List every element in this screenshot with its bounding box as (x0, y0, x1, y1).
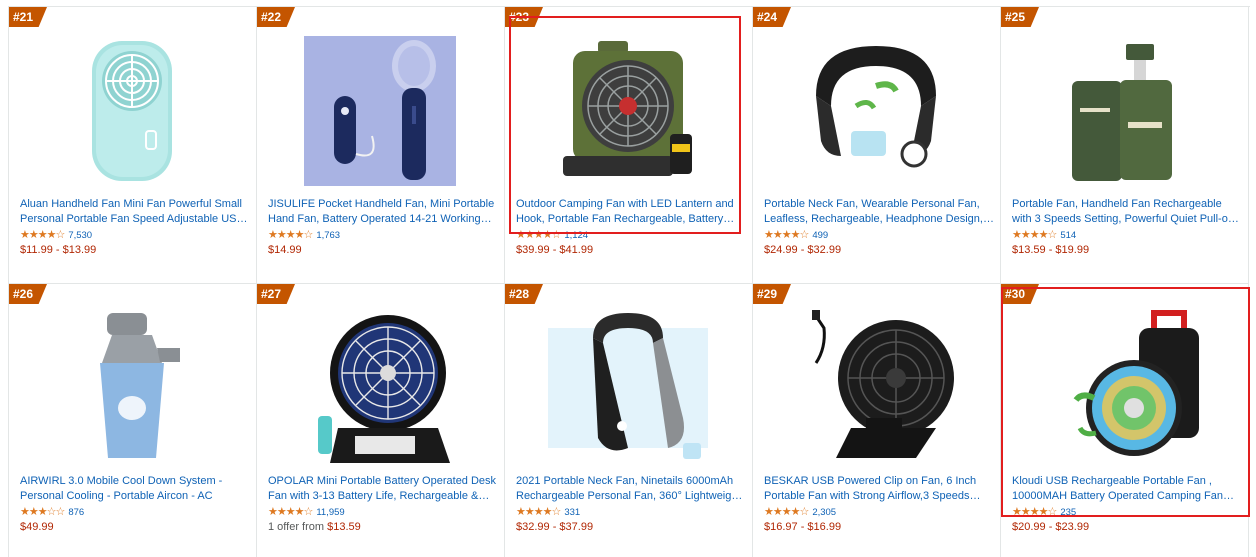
rating[interactable]: ★★★☆☆ 876 (20, 506, 84, 519)
star-rating: ★★★★☆ (1012, 506, 1057, 518)
product-title[interactable]: 2021 Portable Neck Fan, Ninetails 6000mA… (516, 474, 746, 504)
star-rating: ★★★★☆ (268, 229, 313, 241)
rank-badge: #28 (505, 284, 543, 304)
star-rating: ★★★★☆ (764, 229, 809, 241)
price: $11.99 - $13.99 (20, 244, 97, 256)
product-card[interactable]: #22 JISULIFE Pocket Handheld Fan, Mini P… (257, 7, 505, 284)
price: $39.99 - $41.99 (516, 244, 594, 256)
rank-badge: #22 (257, 7, 295, 27)
navy-pocket-fan-icon (304, 36, 456, 186)
product-image[interactable] (1001, 306, 1247, 470)
price: $20.99 - $23.99 (1012, 521, 1090, 533)
product-card[interactable]: #27 OPOLAR Mini Portable Battery Operate… (257, 284, 505, 557)
rating[interactable]: ★★★★☆ 11,959 (268, 506, 345, 519)
price: $32.99 - $37.99 (516, 521, 594, 533)
product-image[interactable] (1001, 29, 1247, 193)
rank-badge: #29 (753, 284, 791, 304)
review-count[interactable]: 7,530 (68, 229, 92, 242)
offer-price: $13.59 (327, 521, 361, 533)
star-rating: ★★★★☆ (268, 506, 313, 518)
review-count[interactable]: 1,124 (564, 229, 588, 242)
product-title[interactable]: BESKAR USB Powered Clip on Fan, 6 Inch P… (764, 474, 994, 504)
review-count[interactable]: 1,763 (316, 229, 340, 242)
blue-tumbler-fan-icon (100, 313, 180, 458)
product-title[interactable]: AIRWIRL 3.0 Mobile Cool Down System - Pe… (20, 474, 250, 504)
review-count[interactable]: 331 (564, 506, 580, 519)
product-card[interactable]: #26 AIRWIRL 3.0 Mobile Cool Down System … (9, 284, 257, 557)
product-image[interactable] (9, 29, 255, 193)
black-neck-fan-icon (816, 46, 936, 168)
product-image[interactable] (257, 29, 503, 193)
star-rating: ★★★★☆ (764, 506, 809, 518)
review-count[interactable]: 11,959 (316, 506, 344, 519)
star-rating: ★★★☆☆ (20, 506, 65, 518)
review-count[interactable]: 499 (812, 229, 828, 242)
rank-badge: #26 (9, 284, 47, 304)
product-card[interactable]: #28 2021 Portable Neck Fan, Ninetails 60… (505, 284, 753, 557)
desk-fan-blue-led-icon (318, 315, 450, 463)
offer-prefix: 1 offer from (268, 521, 328, 533)
teal-mini-fan-icon (92, 41, 172, 181)
review-count[interactable]: 235 (1060, 506, 1076, 519)
rating[interactable]: ★★★★☆ 499 (764, 229, 828, 242)
product-card[interactable]: #24 Portable Neck Fan, Wearable Personal… (753, 7, 1001, 284)
black-clip-fan-icon (812, 310, 954, 458)
product-card[interactable]: #25 Portable Fan, Handheld Fan Rechargea… (1001, 7, 1249, 284)
price: $24.99 - $32.99 (764, 244, 842, 256)
product-image[interactable] (505, 306, 751, 470)
green-pullout-fan-icon (1072, 44, 1172, 181)
product-grid: #21 Aluan Handheld Fan Mini Fan Powerful… (8, 6, 1250, 557)
review-count[interactable]: 2,305 (812, 506, 836, 519)
price: $16.97 - $16.99 (764, 521, 842, 533)
star-rating: ★★★★☆ (516, 229, 561, 241)
product-title[interactable]: Aluan Handheld Fan Mini Fan Powerful Sma… (20, 197, 250, 227)
rating[interactable]: ★★★★☆ 331 (516, 506, 580, 519)
star-rating: ★★★★☆ (20, 229, 65, 241)
review-count[interactable]: 876 (68, 506, 84, 519)
price: $49.99 (20, 521, 54, 533)
product-title[interactable]: JISULIFE Pocket Handheld Fan, Mini Porta… (268, 197, 498, 227)
product-image[interactable] (9, 306, 255, 470)
rating[interactable]: ★★★★☆ 514 (1012, 229, 1076, 242)
green-camping-fan-icon (563, 41, 692, 176)
black-rgb-camping-fan-icon (1073, 310, 1199, 456)
black-neck-fan-ice-icon (548, 313, 708, 459)
rank-badge: #25 (1001, 7, 1039, 27)
product-title[interactable]: OPOLAR Mini Portable Battery Operated De… (268, 474, 498, 504)
product-image[interactable] (753, 29, 999, 193)
rank-badge: #23 (505, 7, 543, 27)
product-title[interactable]: Kloudi USB Rechargeable Portable Fan , 1… (1012, 474, 1242, 504)
product-card[interactable]: #30 Kloudi USB Rechargeable Portable Fan… (1001, 284, 1249, 557)
price: $14.99 (268, 244, 302, 256)
product-image[interactable] (753, 306, 999, 470)
rank-badge: #30 (1001, 284, 1039, 304)
product-title[interactable]: Outdoor Camping Fan with LED Lantern and… (516, 197, 746, 227)
rating[interactable]: ★★★★☆ 1,124 (516, 229, 588, 242)
star-rating: ★★★★☆ (1012, 229, 1057, 241)
rank-badge: #21 (9, 7, 47, 27)
product-card[interactable]: #29 BESKAR USB Powered Clip on Fan, 6 In… (753, 284, 1001, 557)
star-rating: ★★★★☆ (516, 506, 561, 518)
rating[interactable]: ★★★★☆ 2,305 (764, 506, 836, 519)
price: $13.59 - $19.99 (1012, 244, 1090, 256)
product-image[interactable] (505, 29, 751, 193)
review-count[interactable]: 514 (1060, 229, 1076, 242)
product-card[interactable]: #23 Outdoor Camping Fan with LED Lantern… (505, 7, 753, 284)
product-image[interactable] (257, 306, 503, 470)
rank-badge: #24 (753, 7, 791, 27)
rank-badge: #27 (257, 284, 295, 304)
product-card[interactable]: #21 Aluan Handheld Fan Mini Fan Powerful… (9, 7, 257, 284)
price: 1 offer from $13.59 (268, 520, 361, 535)
product-title[interactable]: Portable Neck Fan, Wearable Personal Fan… (764, 197, 994, 227)
rating[interactable]: ★★★★☆ 7,530 (20, 229, 92, 242)
rating[interactable]: ★★★★☆ 1,763 (268, 229, 340, 242)
product-title[interactable]: Portable Fan, Handheld Fan Rechargeable … (1012, 197, 1242, 227)
rating[interactable]: ★★★★☆ 235 (1012, 506, 1076, 519)
